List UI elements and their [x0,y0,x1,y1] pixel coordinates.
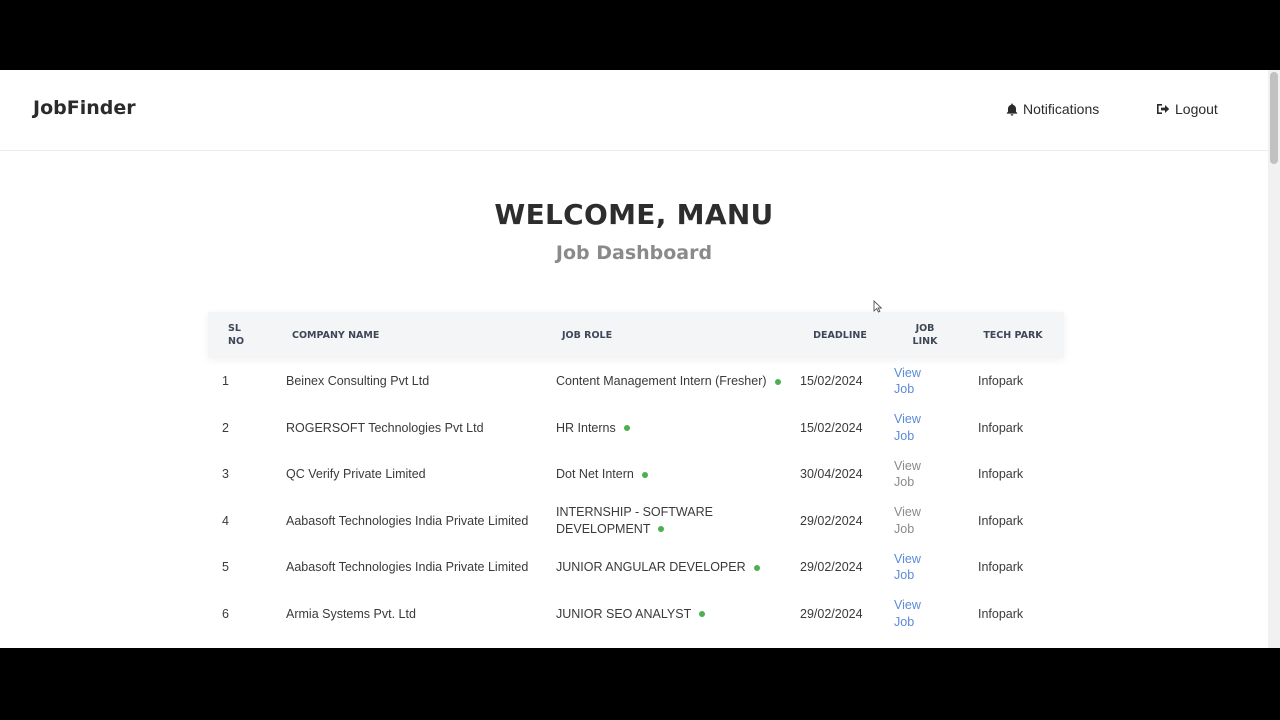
status-dot-icon [641,471,648,478]
cell-company: Aabasoft Technologies India Private Limi… [286,513,529,528]
table-body: 1 Beinex Consulting Pvt Ltd Content Manage… [208,358,1064,637]
job-role-text: HR Interns [556,420,616,435]
column-header-company: COMPANY NAME [292,329,380,341]
cell-sl-no: 6 [222,606,229,621]
cell-company: Beinex Consulting Pvt Ltd [286,374,430,388]
sign-out-icon [1156,103,1170,115]
welcome-heading: WELCOME, MANU [494,198,774,231]
view-job-link[interactable]: View Job [894,597,926,630]
cell-deadline: 15/02/2024 [800,374,863,388]
cell-deadline: 15/02/2024 [800,420,863,435]
table-row: 3 QC Verify Private Limited Dot Net Intern… [208,451,1064,498]
column-header-tech-park: TECH PARK [983,329,1043,341]
cell-role: Content Management Intern (Fresher) [542,358,794,405]
cell-sl-no: 5 [222,560,229,574]
cell-sl-no: 4 [222,513,229,528]
column-header-role: JOB ROLE [562,329,613,341]
status-dot-icon [699,611,706,618]
cell-tech-park: Infopark [978,467,1024,481]
view-job-link[interactable]: View Job [894,551,926,584]
cell-deadline: 29/02/2024 [800,606,863,621]
table-row: 6 Armia Systems Pvt. Ltd JUNIOR SEO ANALYS… [208,591,1064,638]
logout-link[interactable]: Logout [1156,101,1218,117]
brand-logo[interactable]: JobFinder [33,97,136,119]
view-job-link[interactable]: View Job [894,504,926,537]
cell-deadline: 29/02/2024 [800,513,863,528]
table-header: SL NO COMPANY NAME JOB ROLE DEADLINE JOB… [208,312,1064,358]
notifications-label: Notifications [1023,101,1100,117]
table-row: 5 Aabasoft Technologies India Private Lim… [208,544,1064,591]
jobs-table: SL NO COMPANY NAME JOB ROLE DEADLINE JOB… [208,312,1064,637]
cell-tech-park: Infopark [978,374,1024,388]
table-row: 2 ROGERSOFT Technologies Pvt Ltd HR Intern… [208,405,1064,452]
vertical-scrollbar[interactable] [1268,70,1280,648]
mouse-cursor-icon [873,298,883,317]
cell-company: QC Verify Private Limited [286,467,426,481]
cell-sl-no: 2 [222,420,229,435]
dashboard-subtitle: Job Dashboard [555,242,713,264]
cell-role: Dot Net Intern [542,451,794,498]
column-header-job-link: JOB LINK [912,323,938,347]
job-role-text: Dot Net Intern [556,467,634,481]
cell-sl-no: 1 [222,374,229,388]
status-dot-icon [774,378,781,385]
cell-job-link: View Job [888,358,964,405]
notifications-link[interactable]: Notifications [1006,101,1099,117]
cell-deadline: 29/02/2024 [800,560,863,574]
cell-job-link: View Job [888,451,964,498]
job-role-text: JUNIOR SEO ANALYST [556,606,692,621]
cell-sl-no: 3 [222,467,229,481]
job-role-text: JUNIOR ANGULAR DEVELOPER [556,560,746,574]
cell-job-link: View Job [888,544,964,591]
cell-company: Armia Systems Pvt. Ltd [286,606,416,621]
status-dot-icon [658,526,665,533]
cell-job-link: View Job [888,591,964,638]
cell-company: Aabasoft Technologies India Private Limi… [286,560,529,574]
table-row: 4 Aabasoft Technologies India Private Lim… [208,498,1064,545]
cell-tech-park: Infopark [978,513,1024,528]
column-header-sl-no: SL NO [228,323,245,347]
logout-label: Logout [1175,101,1218,117]
view-job-link[interactable]: View Job [894,458,926,491]
page-viewport: JobFinder Notifications Logout WELCOME, … [0,70,1280,648]
cell-company: ROGERSOFT Technologies Pvt Ltd [286,420,484,435]
cell-deadline: 30/04/2024 [800,467,863,481]
view-job-link[interactable]: View Job [894,411,926,444]
cell-tech-park: Infopark [978,606,1024,621]
navbar: JobFinder Notifications Logout [0,70,1268,151]
cell-role: HR Interns [542,405,794,452]
table-row: 1 Beinex Consulting Pvt Ltd Content Manage… [208,358,1064,405]
column-header-deadline: DEADLINE [813,329,867,341]
status-dot-icon [623,425,630,432]
cell-job-link: View Job [888,405,964,452]
view-job-link[interactable]: View Job [894,365,926,398]
cell-job-link: View Job [888,498,964,545]
cell-role: JUNIOR SEO ANALYST [542,591,794,638]
cell-tech-park: Infopark [978,560,1024,574]
cell-role: JUNIOR ANGULAR DEVELOPER [542,544,794,591]
cell-tech-park: Infopark [978,420,1024,435]
cell-role: INTERNSHIP - SOFTWARE DEVELOPMENT [542,498,794,545]
bell-icon [1006,103,1018,116]
job-role-text: Content Management Intern (Fresher) [556,374,767,388]
status-dot-icon [753,564,760,571]
scrollbar-thumb[interactable] [1270,72,1278,164]
job-role-text: INTERNSHIP - SOFTWARE DEVELOPMENT [556,505,713,536]
